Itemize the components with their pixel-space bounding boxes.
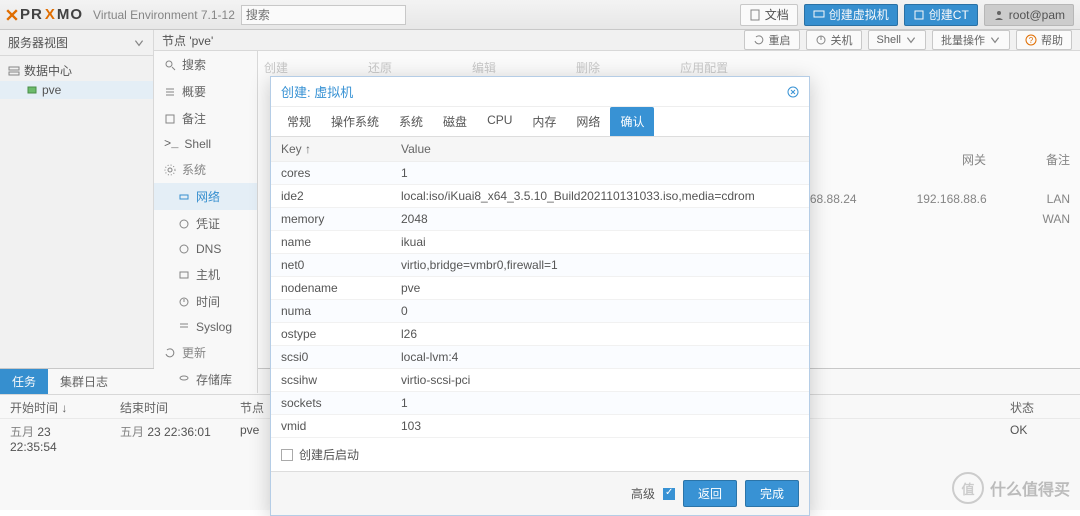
table-row[interactable]: numa0 bbox=[271, 300, 809, 323]
advanced-label: 高级 bbox=[631, 485, 655, 502]
table-row[interactable]: scsihwvirtio-scsi-pci bbox=[271, 369, 809, 392]
wizard-tabs: 常规操作系统系统磁盘CPU内存网络确认 bbox=[271, 107, 809, 137]
confirm-table: Key ↑ Value cores1ide2local:iso/iKuai8_x… bbox=[271, 137, 809, 438]
table-row[interactable]: vmid103 bbox=[271, 415, 809, 438]
advanced-checkbox[interactable] bbox=[663, 488, 675, 500]
dialog-title: 创建: 虚拟机 bbox=[281, 82, 353, 101]
wizard-tab-4[interactable]: CPU bbox=[477, 107, 522, 136]
table-row[interactable]: net0virtio,bridge=vmbr0,firewall=1 bbox=[271, 254, 809, 277]
wizard-tab-5[interactable]: 内存 bbox=[522, 107, 566, 136]
col-key[interactable]: Key ↑ bbox=[271, 137, 391, 162]
wizard-tab-7[interactable]: 确认 bbox=[610, 107, 654, 136]
back-button[interactable]: 返回 bbox=[683, 480, 737, 507]
wizard-tab-1[interactable]: 操作系统 bbox=[321, 107, 389, 136]
table-row[interactable]: memory2048 bbox=[271, 208, 809, 231]
table-row[interactable]: sockets1 bbox=[271, 392, 809, 415]
col-value[interactable]: Value bbox=[391, 137, 809, 162]
watermark: 值 什么值得买 bbox=[952, 472, 1070, 504]
wizard-tab-6[interactable]: 网络 bbox=[566, 107, 610, 136]
close-icon[interactable] bbox=[787, 86, 799, 98]
table-row[interactable]: nameikuai bbox=[271, 231, 809, 254]
table-row[interactable]: nodenamepve bbox=[271, 277, 809, 300]
table-row[interactable]: cores1 bbox=[271, 162, 809, 185]
table-row[interactable]: ide2local:iso/iKuai8_x64_3.5.10_Build202… bbox=[271, 185, 809, 208]
wizard-tab-3[interactable]: 磁盘 bbox=[433, 107, 477, 136]
wizard-tab-0[interactable]: 常规 bbox=[277, 107, 321, 136]
table-row[interactable]: scsi0local-lvm:4 bbox=[271, 346, 809, 369]
finish-button[interactable]: 完成 bbox=[745, 480, 799, 507]
wizard-tab-2[interactable]: 系统 bbox=[389, 107, 433, 136]
start-after-create-checkbox[interactable] bbox=[281, 449, 293, 461]
create-vm-dialog: 创建: 虚拟机 常规操作系统系统磁盘CPU内存网络确认 Key ↑ Value … bbox=[270, 76, 810, 516]
table-row[interactable]: ostypel26 bbox=[271, 323, 809, 346]
start-after-create-label: 创建后启动 bbox=[299, 446, 359, 463]
